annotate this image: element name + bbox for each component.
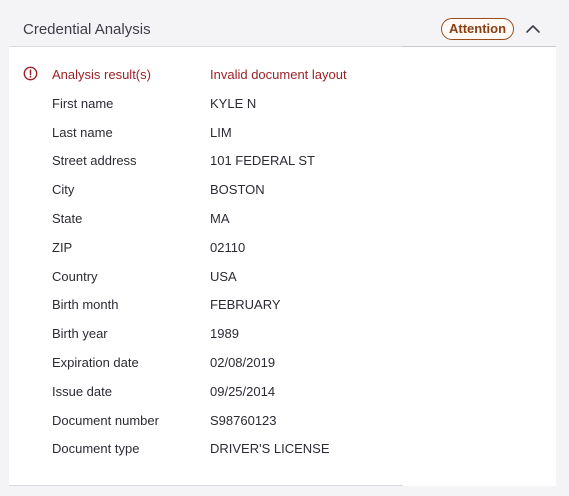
field-row: Country USA bbox=[9, 263, 556, 292]
field-list: Analysis result(s) Invalid document layo… bbox=[9, 61, 556, 464]
field-row: Document number S98760123 bbox=[9, 407, 556, 436]
field-row: Last name LIM bbox=[9, 119, 556, 148]
field-value: MA bbox=[210, 210, 230, 226]
field-value: DRIVER'S LICENSE bbox=[210, 441, 330, 457]
field-label: State bbox=[52, 210, 83, 226]
field-row: Birth month FEBRUARY bbox=[9, 291, 556, 320]
field-value: 02/08/2019 bbox=[210, 354, 276, 370]
field-label: Birth year bbox=[52, 326, 108, 342]
field-label: Expiration date bbox=[52, 354, 139, 370]
header-divider-right bbox=[403, 46, 556, 47]
field-label: Issue date bbox=[52, 383, 112, 399]
field-value: LIM bbox=[210, 124, 232, 140]
field-value: FEBRUARY bbox=[210, 297, 281, 313]
field-value: 02110 bbox=[210, 239, 246, 255]
field-value: 1989 bbox=[210, 326, 239, 342]
card-header[interactable]: Credential Analysis Attention bbox=[9, 12, 556, 47]
card-title: Credential Analysis bbox=[23, 21, 151, 38]
header-divider bbox=[9, 46, 403, 47]
chevron-up-icon[interactable] bbox=[523, 20, 543, 38]
field-value: USA bbox=[210, 268, 237, 284]
field-value: BOSTON bbox=[210, 182, 265, 198]
field-value: 101 FEDERAL ST bbox=[210, 153, 316, 169]
field-row: First name KYLE N bbox=[9, 90, 556, 119]
field-label: ZIP bbox=[52, 239, 73, 255]
field-label: First name bbox=[52, 95, 114, 111]
alert-circle-icon bbox=[23, 66, 38, 81]
analysis-result-row: Analysis result(s) Invalid document layo… bbox=[9, 61, 556, 90]
field-row: Issue date 09/25/2014 bbox=[9, 378, 556, 407]
field-row: Birth year 1989 bbox=[9, 320, 556, 349]
field-value: KYLE N bbox=[210, 95, 257, 111]
field-value: 09/25/2014 bbox=[210, 383, 276, 399]
footer-divider bbox=[9, 485, 403, 486]
field-row: Document type DRIVER'S LICENSE bbox=[9, 435, 556, 464]
field-row: State MA bbox=[9, 205, 556, 234]
analysis-result-label: Analysis result(s) bbox=[52, 67, 151, 82]
field-label: Last name bbox=[52, 124, 113, 140]
analysis-result-value: Invalid document layout bbox=[210, 67, 347, 82]
field-label: City bbox=[52, 182, 75, 198]
field-label: Document number bbox=[52, 412, 159, 428]
field-row: Expiration date 02/08/2019 bbox=[9, 349, 556, 378]
attention-badge: Attention bbox=[441, 18, 515, 40]
field-row: ZIP 02110 bbox=[9, 234, 556, 263]
credential-analysis-card: Credential Analysis Attention Analysis r… bbox=[9, 12, 556, 486]
field-label: Birth month bbox=[52, 297, 119, 313]
field-label: Document type bbox=[52, 441, 140, 457]
field-value: S98760123 bbox=[210, 412, 277, 428]
field-label: Country bbox=[52, 268, 98, 284]
field-label: Street address bbox=[52, 153, 137, 169]
field-row: Street address 101 FEDERAL ST bbox=[9, 147, 556, 176]
field-row: City BOSTON bbox=[9, 176, 556, 205]
